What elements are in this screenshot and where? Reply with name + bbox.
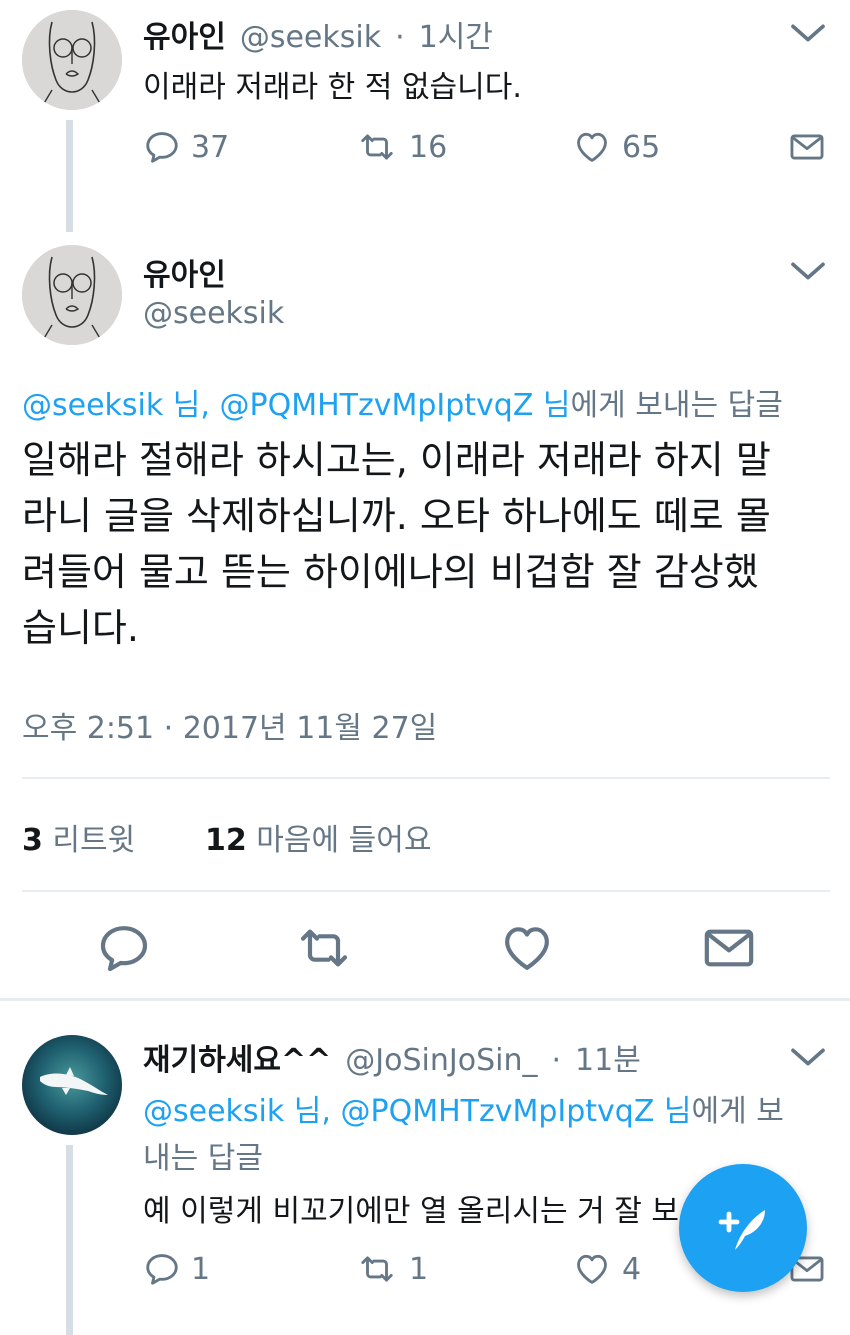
reply-count: 37 — [191, 129, 230, 165]
envelope-icon — [787, 128, 827, 166]
envelope-icon[interactable] — [700, 920, 758, 976]
heart-icon — [572, 1250, 612, 1288]
retweet-button[interactable]: 16 — [355, 128, 447, 166]
tweet-text-line: 일해라 절해라 하시고는, 이래라 저래라 하지 말 — [22, 438, 771, 482]
face-sketch-icon — [22, 10, 122, 110]
divider — [22, 777, 830, 779]
reply-to-line: @seeksik 님, @PQMHTzvMpIptvqZ 님에게 보 — [143, 1086, 784, 1130]
reply-to-suffix: 에게 보내는 답글 — [570, 388, 783, 423]
face-sketch-icon — [22, 245, 122, 345]
avatar[interactable] — [22, 10, 122, 110]
handle[interactable]: @seeksik — [143, 296, 284, 331]
like-button[interactable]: 65 — [572, 128, 660, 166]
retweet-stat[interactable]: 3 리트윗 — [22, 815, 135, 859]
mention-link[interactable]: @seeksik 님, — [143, 1094, 331, 1129]
thread-line — [66, 1145, 73, 1335]
retweet-icon — [355, 128, 399, 166]
tweet-text-line: 려들어 물고 뜯는 하이에나의 비겁함 잘 감상했 — [22, 550, 759, 594]
tweet-text: 예 이렇게 비꼬기에만 열 올리시는 거 잘 보 — [143, 1194, 679, 1229]
tweet-text: 일해라 절해라 하시고는, 이래라 저래라 하지 말 라니 글을 삭제하십니까.… — [22, 432, 771, 656]
timestamp[interactable]: 오후 2:51 · 2017년 11월 27일 — [22, 703, 437, 747]
handle[interactable]: @JoSinJoSin_ — [345, 1043, 537, 1078]
separator: · — [395, 20, 405, 55]
chevron-down-icon[interactable] — [788, 18, 828, 48]
like-stat[interactable]: 12 마음에 들어요 — [205, 815, 431, 859]
avatar[interactable] — [22, 245, 122, 345]
reply-button[interactable]: 1 — [143, 1250, 210, 1288]
reply-button[interactable]: 37 — [143, 128, 229, 166]
retweet-stat-number: 3 — [22, 823, 43, 858]
compose-tweet-button[interactable] — [679, 1164, 807, 1292]
display-name[interactable]: 유아인 — [143, 250, 226, 294]
divider — [0, 998, 850, 1001]
separator: · — [551, 1043, 562, 1078]
thread-line — [66, 120, 73, 232]
reply-icon — [143, 128, 181, 166]
tweet-text-line: 습니다. — [22, 606, 139, 650]
like-button[interactable]: 4 — [572, 1250, 641, 1288]
mention-link[interactable]: @PQMHTzvMpIptvqZ 님 — [219, 388, 570, 423]
chevron-down-icon[interactable] — [788, 256, 828, 286]
chevron-down-icon[interactable] — [788, 1042, 828, 1072]
tweet-text: 이래라 저래라 한 적 없습니다. — [143, 70, 522, 105]
direct-message-button[interactable] — [787, 128, 827, 166]
retweet-button[interactable]: 1 — [355, 1250, 428, 1288]
divider — [22, 890, 830, 892]
like-stat-number: 12 — [205, 823, 247, 858]
reply-icon[interactable] — [96, 920, 152, 976]
dolphin-avatar-icon — [22, 1035, 122, 1135]
heart-icon — [572, 128, 612, 166]
like-stat-label: 마음에 들어요 — [256, 823, 432, 858]
reply-icon — [143, 1250, 181, 1288]
display-name[interactable]: 유아인 — [143, 12, 226, 56]
reply-to-line: @seeksik 님, @PQMHTzvMpIptvqZ 님에게 보내는 답글 — [22, 380, 783, 424]
retweet-icon — [355, 1250, 399, 1288]
reply-to-suffix: 에게 보 — [691, 1094, 784, 1129]
mention-link[interactable]: @seeksik 님, — [22, 388, 210, 423]
reply-count: 1 — [191, 1251, 211, 1287]
like-count: 4 — [622, 1251, 642, 1287]
display-name[interactable]: 재기하세요^^ — [143, 1035, 331, 1079]
tweet-time[interactable]: 1시간 — [419, 12, 493, 56]
handle[interactable]: @seeksik — [240, 20, 381, 55]
retweet-stat-label: 리트윗 — [52, 823, 136, 858]
compose-feather-icon — [718, 1210, 765, 1250]
heart-icon[interactable] — [498, 920, 556, 976]
reply-to-suffix: 내는 답글 — [143, 1141, 263, 1176]
mention-link[interactable]: @PQMHTzvMpIptvqZ 님 — [340, 1094, 691, 1129]
retweet-icon[interactable] — [292, 920, 356, 976]
retweet-count: 1 — [409, 1251, 429, 1287]
tweet-time[interactable]: 11분 — [575, 1035, 641, 1079]
avatar[interactable] — [22, 1035, 122, 1135]
tweet-text-line: 라니 글을 삭제하십니까. 오타 하나에도 떼로 몰 — [22, 494, 771, 538]
retweet-count: 16 — [409, 129, 448, 165]
like-count: 65 — [622, 129, 661, 165]
